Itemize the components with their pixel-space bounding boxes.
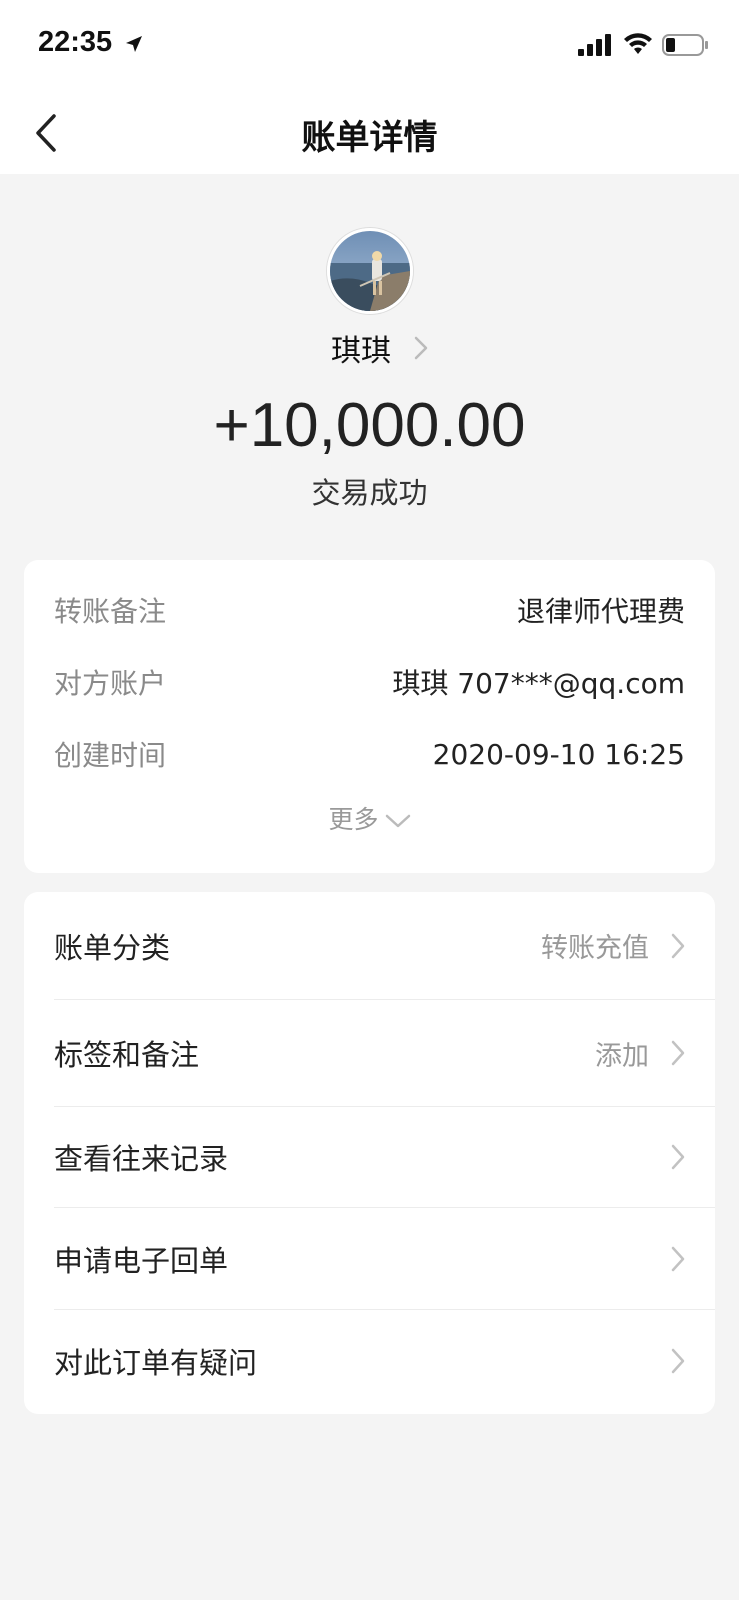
- signal-icon: [578, 34, 611, 56]
- wifi-icon: [624, 33, 652, 54]
- chevron-down-icon: [385, 814, 410, 828]
- menu-item-label: 账单分类: [54, 930, 171, 965]
- page-title: 账单详情: [301, 118, 438, 158]
- counterparty-name-row[interactable]: 琪琪: [0, 326, 739, 370]
- menu-item-bill-category[interactable]: 账单分类 转账充值: [54, 892, 715, 999]
- transaction-header: 琪琪 +10,000.00 交易成功: [0, 174, 739, 544]
- chevron-right-icon: [414, 336, 428, 360]
- menu-item-value: 添加: [595, 1040, 649, 1072]
- detail-value: 退律师代理费: [516, 595, 685, 628]
- actions-card: 账单分类 转账充值 标签和备注 添加 查看往来记录 申请电子回单 对此订单有疑问: [24, 892, 715, 1414]
- menu-item-history[interactable]: 查看往来记录: [54, 1107, 715, 1207]
- detail-label: 创建时间: [54, 739, 167, 772]
- detail-row-created-time: 创建时间 2020-09-10 16:25: [54, 734, 685, 774]
- detail-row-note: 转账备注 退律师代理费: [54, 590, 685, 630]
- menu-item-label: 标签和备注: [54, 1038, 200, 1072]
- detail-label: 对方账户: [54, 667, 167, 700]
- menu-item-label: 申请电子回单: [54, 1243, 229, 1278]
- detail-label: 转账备注: [54, 595, 167, 628]
- chevron-right-icon: [671, 1348, 685, 1374]
- status-bar: 22:35: [0, 0, 739, 90]
- chevron-right-icon: [671, 933, 685, 958]
- location-arrow-icon: [126, 36, 142, 52]
- chevron-right-icon: [671, 1040, 685, 1066]
- menu-item-value: 转账充值: [541, 933, 649, 964]
- nav-bar: 账单详情: [0, 90, 739, 174]
- battery-icon: [662, 34, 708, 56]
- more-button[interactable]: 更多: [24, 800, 715, 836]
- menu-item-tags-notes[interactable]: 标签和备注 添加: [54, 1000, 715, 1106]
- avatar-photo: [330, 231, 410, 311]
- transaction-amount: +10,000.00: [213, 391, 526, 460]
- menu-item-label: 对此订单有疑问: [54, 1346, 258, 1380]
- chevron-right-icon: [671, 1246, 685, 1271]
- status-time: 22:35: [38, 26, 113, 58]
- menu-item-e-receipt[interactable]: 申请电子回单: [54, 1208, 715, 1309]
- chevron-right-icon: [671, 1144, 685, 1170]
- detail-row-account: 对方账户 琪琪 707***@qq.com: [54, 662, 685, 702]
- details-card: 转账备注 退律师代理费 对方账户 琪琪 707***@qq.com 创建时间 2…: [24, 560, 715, 873]
- counterparty-name: 琪琪: [330, 334, 391, 369]
- menu-item-label: 查看往来记录: [54, 1142, 229, 1176]
- detail-value: 2020-09-10 16:25: [432, 737, 685, 771]
- avatar[interactable]: [327, 228, 413, 314]
- detail-value: 琪琪 707***@qq.com: [392, 667, 685, 700]
- more-label: 更多: [328, 805, 379, 834]
- menu-item-order-question[interactable]: 对此订单有疑问: [54, 1310, 715, 1412]
- transaction-status: 交易成功: [311, 476, 428, 510]
